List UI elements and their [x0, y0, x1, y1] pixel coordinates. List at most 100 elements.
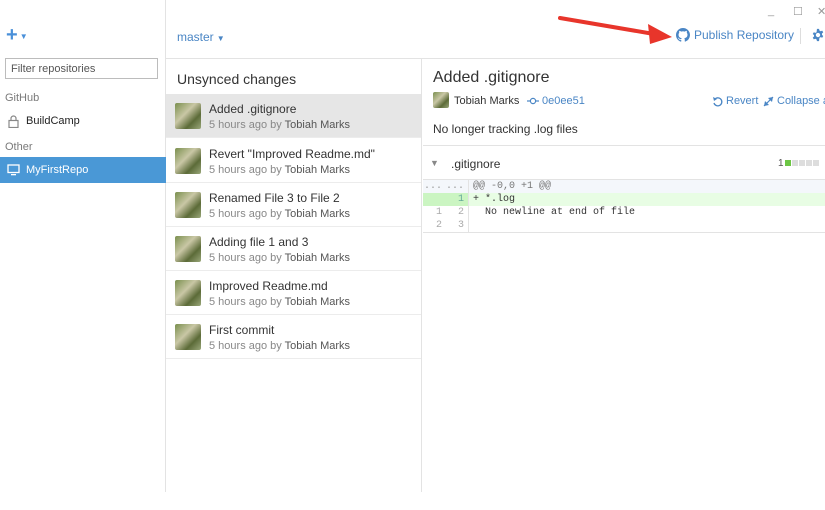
- repo-name: MyFirstRepo: [26, 164, 89, 176]
- commit-author: Tobiah Marks: [284, 252, 351, 264]
- commit-meta: 5 hours ago by Tobiah Marks: [209, 208, 350, 220]
- maximize-button[interactable]: ☐: [793, 5, 803, 18]
- new-line-number: 1: [446, 193, 469, 206]
- collapse-icon: [763, 96, 774, 106]
- commit-meta: 5 hours ago by Tobiah Marks: [209, 119, 350, 131]
- divider: [423, 232, 825, 233]
- lock-icon: [6, 114, 20, 128]
- avatar: [175, 324, 201, 350]
- avatar: [175, 280, 201, 306]
- group-label-other: Other: [5, 141, 33, 153]
- group-label-github: GitHub: [5, 92, 40, 104]
- commit-message: No longer tracking .log files: [433, 122, 578, 136]
- commit-list-heading: Unsynced changes: [177, 71, 297, 87]
- old-line-number: 2: [435, 220, 442, 231]
- sidebar: + ▼ GitHub BuildCamp Other MyFirstRepo: [0, 0, 166, 492]
- commit-detail-author: Tobiah Marks: [454, 95, 520, 107]
- commit-list: Unsynced changes Added .gitignore 5 hour…: [166, 59, 422, 492]
- branch-selector[interactable]: master ▼: [177, 30, 225, 44]
- commit-item[interactable]: First commit 5 hours ago by Tobiah Marks: [166, 315, 421, 359]
- commit-time: 5 hours ago by: [209, 340, 282, 352]
- diff-additions-count: 1: [778, 158, 784, 169]
- new-line-number: ...: [446, 180, 469, 193]
- commit-title: Added .gitignore: [209, 102, 297, 116]
- branch-name: master: [177, 30, 214, 44]
- caret-down-icon: ▼: [216, 34, 225, 43]
- diff-code: No newline at end of file: [473, 207, 636, 218]
- repo-name: BuildCamp: [26, 115, 80, 127]
- new-line-number: 3: [446, 219, 469, 232]
- collapse-label: Collapse al: [777, 95, 825, 107]
- revert-icon: [713, 96, 723, 106]
- old-line-number: [423, 193, 446, 206]
- avatar: [175, 236, 201, 262]
- commit-item[interactable]: Adding file 1 and 3 5 hours ago by Tobia…: [166, 227, 421, 271]
- commit-time: 5 hours ago by: [209, 208, 282, 220]
- commit-item[interactable]: Added .gitignore 5 hours ago by Tobiah M…: [166, 94, 421, 138]
- diff-code: [469, 219, 473, 232]
- commit-icon: [527, 97, 539, 105]
- commit-sha-link[interactable]: 0e0ee51: [527, 95, 585, 107]
- revert-label: Revert: [726, 95, 759, 107]
- diff-line: 2 3: [423, 219, 825, 232]
- publish-repository-button[interactable]: Publish Repository: [676, 28, 794, 42]
- old-line-number: 1: [435, 207, 442, 218]
- diff-line: 1 + *.log: [423, 193, 825, 206]
- commit-meta: 5 hours ago by Tobiah Marks: [209, 164, 350, 176]
- avatar: [175, 148, 201, 174]
- diff-file-name: .gitignore: [451, 157, 501, 171]
- monitor-icon: [6, 163, 20, 177]
- revert-button[interactable]: Revert: [712, 95, 758, 107]
- commit-time: 5 hours ago by: [209, 164, 282, 176]
- commit-title: Improved Readme.md: [209, 279, 328, 293]
- commit-title: First commit: [209, 323, 275, 337]
- commit-item[interactable]: Revert "Improved Readme.md" 5 hours ago …: [166, 139, 421, 183]
- avatar: [175, 192, 201, 218]
- commit-item[interactable]: Renamed File 3 to File 2 5 hours ago by …: [166, 183, 421, 227]
- commit-title: Adding file 1 and 3: [209, 235, 309, 249]
- plus-icon: +: [6, 24, 18, 46]
- new-line-number: 2: [446, 206, 469, 219]
- diff-line: 1 2 No newline at end of file: [423, 206, 825, 219]
- red-arrow-annotation: [558, 16, 672, 44]
- publish-label: Publish Repository: [694, 28, 795, 42]
- commit-meta: 5 hours ago by Tobiah Marks: [209, 296, 350, 308]
- collapse-all-button[interactable]: Collapse al: [763, 95, 825, 107]
- commit-author: Tobiah Marks: [284, 119, 351, 131]
- commit-author: Tobiah Marks: [284, 208, 351, 220]
- avatar: [175, 103, 201, 129]
- caret-down-icon: ▼: [19, 31, 28, 41]
- diff-code: + *.log: [473, 194, 516, 205]
- sidebar-repo-buildcamp[interactable]: BuildCamp: [0, 108, 166, 134]
- commit-time: 5 hours ago by: [209, 252, 282, 264]
- diff-code: @@ -0,0 +1 @@: [473, 181, 552, 192]
- commit-meta: 5 hours ago by Tobiah Marks: [209, 252, 350, 264]
- add-repository-button[interactable]: + ▼: [6, 24, 28, 46]
- github-icon: [676, 28, 690, 42]
- commit-author: Tobiah Marks: [284, 340, 351, 352]
- commit-time: 5 hours ago by: [209, 119, 282, 131]
- close-button[interactable]: ✕: [817, 5, 825, 18]
- avatar: [433, 92, 449, 108]
- diff-stat-bars: [785, 160, 820, 166]
- commit-author: Tobiah Marks: [284, 164, 351, 176]
- commit-detail-title: Added .gitignore: [433, 69, 550, 86]
- sidebar-repo-myfirstrepo[interactable]: MyFirstRepo: [0, 157, 166, 183]
- filter-repositories-input[interactable]: [5, 58, 158, 79]
- commit-time: 5 hours ago by: [209, 296, 282, 308]
- commit-sha: 0e0ee51: [542, 95, 585, 107]
- commit-item[interactable]: Improved Readme.md 5 hours ago by Tobiah…: [166, 271, 421, 315]
- toolbar-divider: [800, 28, 801, 44]
- triangle-down-icon[interactable]: ▼: [430, 158, 439, 168]
- diff-view: ... ... @@ -0,0 +1 @@ 1 + *.log 1 2 No n…: [423, 180, 825, 233]
- old-line-number: ...: [423, 181, 442, 192]
- commit-title: Renamed File 3 to File 2: [209, 191, 340, 205]
- diff-file-header[interactable]: ▼ .gitignore 1: [423, 146, 825, 180]
- commit-detail: Added .gitignore Tobiah Marks 0e0ee51 Re…: [423, 59, 825, 492]
- commit-meta: 5 hours ago by Tobiah Marks: [209, 340, 350, 352]
- gear-icon[interactable]: [811, 28, 825, 42]
- commit-author: Tobiah Marks: [284, 296, 351, 308]
- minimize-button[interactable]: _: [768, 5, 774, 17]
- commit-title: Revert "Improved Readme.md": [209, 147, 375, 161]
- diff-line: ... ... @@ -0,0 +1 @@: [423, 180, 825, 193]
